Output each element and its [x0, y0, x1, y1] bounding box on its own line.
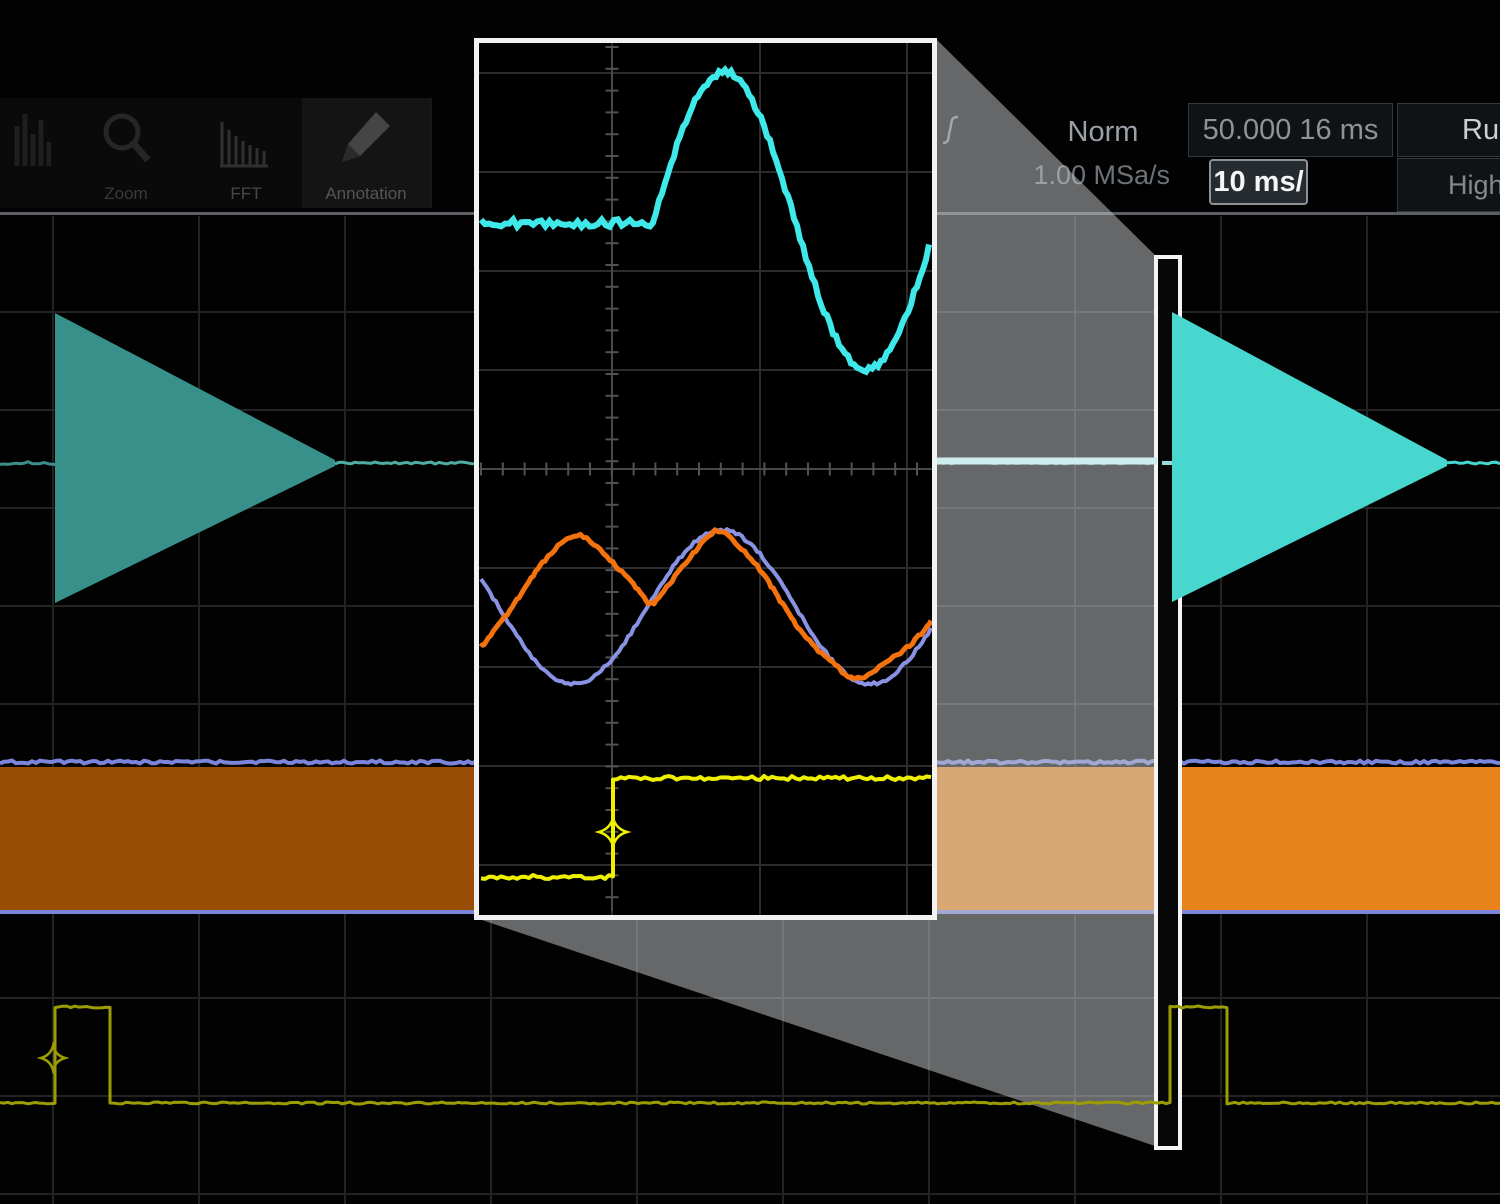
oscilloscope-screen: Zoom FFT	[0, 0, 1500, 1204]
cyan-burst-envelope	[1172, 312, 1447, 602]
graticule-grid	[479, 43, 932, 915]
orange-sine-zoomed	[481, 530, 931, 679]
zoom-inset-plot	[479, 43, 932, 915]
cyan-flat-zoomed	[481, 219, 654, 227]
cyan-baseline-right	[1447, 462, 1500, 464]
teal-baseline-left	[0, 462, 56, 465]
yellow-step-zoomed	[481, 776, 931, 879]
teal-burst-envelope	[55, 313, 335, 603]
yellow-digital-trace	[0, 1006, 1500, 1104]
cyan-sine-zoomed	[653, 70, 929, 372]
zoom-inset-window	[474, 38, 937, 920]
graticule-axis-ticks	[481, 463, 931, 476]
